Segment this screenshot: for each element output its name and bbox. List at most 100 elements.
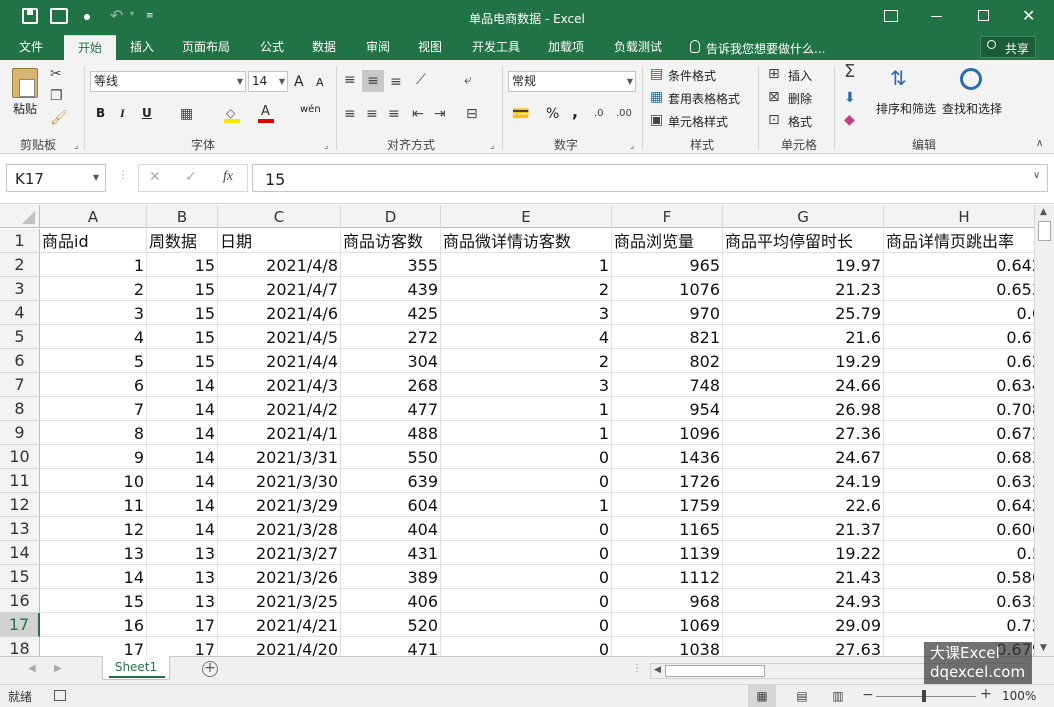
table-cell[interactable]: 1076: [612, 277, 723, 301]
header-cell[interactable]: 商品平均停留时长: [723, 229, 884, 253]
percent-button[interactable]: %: [546, 106, 559, 122]
table-cell[interactable]: 0: [441, 445, 612, 469]
table-cell[interactable]: 748: [612, 373, 723, 397]
table-cell[interactable]: 2021/4/20: [218, 637, 341, 656]
table-cell[interactable]: 15: [147, 301, 218, 325]
cut-icon[interactable]: ✂: [50, 66, 62, 82]
table-cell[interactable]: 19.22: [723, 541, 884, 565]
collapse-ribbon-icon[interactable]: ∧: [1036, 136, 1043, 152]
table-cell[interactable]: 13: [147, 589, 218, 613]
borders-icon[interactable]: ▦: [180, 106, 193, 122]
table-cell[interactable]: 604: [341, 493, 441, 517]
table-cell[interactable]: 14: [147, 493, 218, 517]
table-cell[interactable]: 0.606: [884, 517, 1034, 541]
row-header[interactable]: 4: [0, 301, 40, 325]
zoom-slider-track[interactable]: [876, 696, 976, 697]
column-header-h[interactable]: H: [884, 205, 1034, 228]
page-layout-view-icon[interactable]: ▤: [790, 685, 814, 707]
share-button[interactable]: 共享: [980, 36, 1036, 58]
table-cell[interactable]: 0.642: [884, 493, 1034, 517]
find-select-button[interactable]: 查找和选择: [942, 100, 1002, 117]
table-cell[interactable]: 2021/4/21: [218, 613, 341, 637]
paste-icon[interactable]: [12, 68, 38, 98]
table-cell[interactable]: 954: [612, 397, 723, 421]
zoom-level[interactable]: 100%: [1002, 689, 1036, 703]
tell-me-box[interactable]: 告诉我您想要做什么...: [706, 40, 825, 57]
insert-function-icon[interactable]: fx: [223, 169, 233, 185]
header-cell[interactable]: 商品id: [40, 229, 147, 253]
table-format-button[interactable]: 套用表格格式: [668, 90, 740, 107]
align-middle-icon[interactable]: ≡: [362, 70, 384, 92]
scroll-down-icon[interactable]: ▼: [1040, 643, 1047, 653]
table-cell[interactable]: 0.586: [884, 565, 1034, 589]
align-left-icon[interactable]: ≡: [344, 106, 356, 122]
fill-icon[interactable]: ⬇: [844, 90, 856, 106]
column-header-e[interactable]: E: [441, 205, 612, 228]
row-header[interactable]: 14: [0, 541, 40, 565]
table-cell[interactable]: 355: [341, 253, 441, 277]
table-cell[interactable]: 477: [341, 397, 441, 421]
table-cell[interactable]: 2021/3/31: [218, 445, 341, 469]
table-cell[interactable]: 1759: [612, 493, 723, 517]
table-cell[interactable]: 821: [612, 325, 723, 349]
conditional-format-icon[interactable]: ▤: [650, 66, 663, 82]
font-name-combo[interactable]: 等线 ▼: [90, 71, 246, 92]
table-cell[interactable]: 406: [341, 589, 441, 613]
tab-home[interactable]: 开始: [64, 35, 116, 60]
table-format-icon[interactable]: ▦: [650, 89, 663, 105]
sort-filter-icon[interactable]: ⇅: [890, 66, 907, 90]
underline-button[interactable]: U: [142, 106, 152, 120]
table-cell[interactable]: 26.98: [723, 397, 884, 421]
table-cell[interactable]: 1096: [612, 421, 723, 445]
table-cell[interactable]: 11: [40, 493, 147, 517]
table-cell[interactable]: 2: [441, 349, 612, 373]
align-bottom-icon[interactable]: ≡: [390, 74, 402, 90]
insert-cells-icon[interactable]: ⊞: [768, 66, 780, 82]
table-cell[interactable]: 1: [441, 493, 612, 517]
cell-styles-icon[interactable]: ▣: [650, 112, 663, 128]
table-cell[interactable]: 14: [147, 517, 218, 541]
table-cell[interactable]: 16: [40, 613, 147, 637]
table-cell[interactable]: 3: [441, 373, 612, 397]
table-cell[interactable]: 970: [612, 301, 723, 325]
scroll-up-icon[interactable]: ▲: [1040, 207, 1047, 217]
table-cell[interactable]: 2021/4/6: [218, 301, 341, 325]
table-cell[interactable]: 0.632: [884, 469, 1034, 493]
table-cell[interactable]: 802: [612, 349, 723, 373]
row-header[interactable]: 13: [0, 517, 40, 541]
table-cell[interactable]: 14: [147, 373, 218, 397]
format-cells-icon[interactable]: ⊡: [768, 112, 780, 128]
table-cell[interactable]: 965: [612, 253, 723, 277]
paste-button-label[interactable]: 粘贴: [13, 100, 37, 117]
column-header-a[interactable]: A: [40, 205, 147, 228]
row-header[interactable]: 1: [0, 229, 40, 253]
table-cell[interactable]: 2021/4/4: [218, 349, 341, 373]
row-header[interactable]: 9: [0, 421, 40, 445]
add-sheet-button[interactable]: +: [202, 661, 218, 677]
delete-cells-icon[interactable]: ⊠: [768, 89, 780, 105]
header-cell[interactable]: 商品浏览量: [612, 229, 723, 253]
bold-button[interactable]: B: [96, 106, 105, 120]
wrap-text-icon[interactable]: ⤶: [464, 72, 472, 88]
tab-review[interactable]: 审阅: [358, 35, 398, 60]
conditional-format-button[interactable]: 条件格式: [668, 67, 716, 84]
header-cell[interactable]: 商品详情页跳出率: [884, 229, 1034, 253]
increase-indent-icon[interactable]: ⇥: [434, 106, 446, 122]
table-cell[interactable]: 0: [441, 589, 612, 613]
table-cell[interactable]: 1: [441, 421, 612, 445]
tab-view[interactable]: 视图: [410, 35, 450, 60]
formula-input[interactable]: 15 ∨: [252, 164, 1048, 192]
table-cell[interactable]: 24.66: [723, 373, 884, 397]
table-cell[interactable]: 404: [341, 517, 441, 541]
table-cell[interactable]: 1: [441, 253, 612, 277]
normal-view-icon[interactable]: ▦: [748, 685, 776, 707]
table-cell[interactable]: 304: [341, 349, 441, 373]
table-cell[interactable]: 0.634: [884, 373, 1034, 397]
increase-decimal-icon[interactable]: .0: [594, 106, 604, 122]
table-cell[interactable]: 7: [40, 397, 147, 421]
row-header[interactable]: 5: [0, 325, 40, 349]
table-cell[interactable]: 5: [40, 349, 147, 373]
minimize-button[interactable]: [931, 16, 942, 17]
table-cell[interactable]: 19.97: [723, 253, 884, 277]
table-cell[interactable]: 0.683: [884, 445, 1034, 469]
